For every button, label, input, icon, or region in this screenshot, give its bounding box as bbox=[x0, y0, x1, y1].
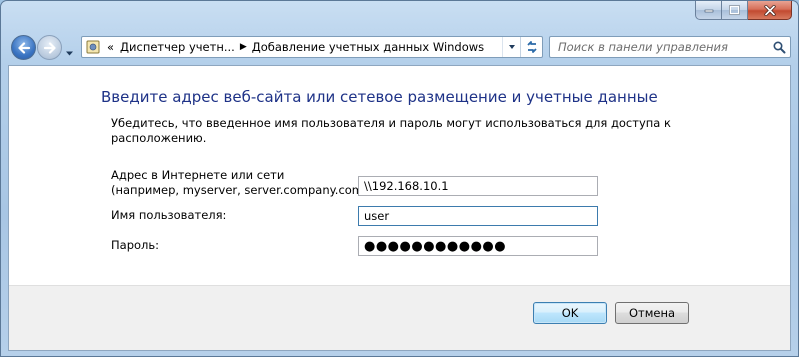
password-mask: ●●●●●●●●●●●● bbox=[364, 238, 507, 254]
maximize-icon bbox=[729, 5, 740, 15]
password-label: Пароль: bbox=[111, 238, 160, 252]
forward-button[interactable] bbox=[37, 35, 62, 60]
instructions-text: Убедитесь, что введенное имя пользовател… bbox=[111, 116, 671, 145]
close-button[interactable] bbox=[748, 1, 792, 20]
address-label: Адрес в Интернете или сети (например, my… bbox=[111, 168, 371, 198]
maximize-button[interactable] bbox=[722, 1, 748, 20]
search-icon[interactable] bbox=[773, 40, 786, 54]
address-label-line2: (например, myserver, server.company.com)… bbox=[111, 183, 372, 197]
back-arrow-icon bbox=[17, 41, 30, 54]
breadcrumb-add-windows-credential[interactable]: Добавление учетных данных Windows bbox=[249, 40, 487, 54]
address-bar[interactable]: « Диспетчер учетн... ▶ Добавление учетны… bbox=[81, 36, 543, 58]
address-field[interactable] bbox=[358, 176, 598, 196]
chevron-down-icon bbox=[508, 45, 515, 49]
caption-buttons bbox=[695, 1, 792, 20]
back-button[interactable] bbox=[11, 35, 36, 60]
search-box[interactable] bbox=[549, 36, 791, 58]
cancel-button[interactable]: Отмена bbox=[615, 302, 689, 324]
control-panel-icon bbox=[85, 39, 101, 55]
address-label-line1: Адрес в Интернете или сети bbox=[111, 168, 285, 182]
ok-button[interactable]: OK bbox=[533, 302, 607, 324]
minimize-icon bbox=[704, 9, 713, 13]
close-icon bbox=[763, 4, 776, 16]
window-frame: « Диспетчер учетн... ▶ Добавление учетны… bbox=[0, 0, 799, 357]
username-label: Имя пользователя: bbox=[111, 208, 227, 222]
address-dropdown-button[interactable] bbox=[502, 37, 520, 57]
chevron-down-icon bbox=[66, 51, 73, 56]
minimize-button[interactable] bbox=[695, 1, 722, 20]
address-overflow[interactable]: « bbox=[101, 40, 117, 54]
username-field[interactable] bbox=[358, 206, 598, 226]
refresh-icon bbox=[526, 41, 537, 53]
page-title: Введите адрес веб-сайта или сетевое разм… bbox=[101, 88, 658, 106]
search-input[interactable] bbox=[558, 40, 768, 54]
recent-pages-dropdown[interactable] bbox=[65, 42, 74, 61]
refresh-button[interactable] bbox=[520, 37, 542, 57]
forward-arrow-icon bbox=[43, 41, 56, 54]
breadcrumb-separator[interactable]: ▶ bbox=[238, 42, 249, 52]
password-field[interactable]: ●●●●●●●●●●●● bbox=[358, 236, 598, 256]
breadcrumb-credential-manager[interactable]: Диспетчер учетн... bbox=[117, 40, 238, 54]
